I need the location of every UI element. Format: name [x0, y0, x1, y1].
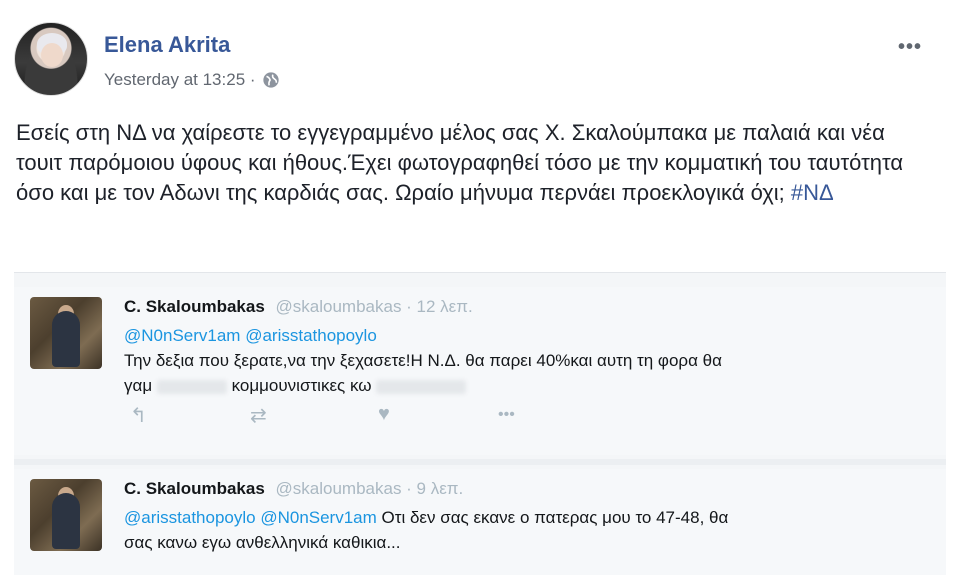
reply-icon[interactable]: ↰	[130, 403, 147, 428]
post-timestamp[interactable]: Yesterday at 13:25 ·	[104, 70, 256, 90]
avatar-face	[41, 43, 63, 67]
tweet-header: C. Skaloumbakas @skaloumbakas · 12 λεπ.	[124, 297, 473, 317]
facebook-post: Elena Akrita Yesterday at 13:25 · ••• Εσ…	[0, 0, 960, 575]
tweet-divider	[14, 459, 946, 465]
tweet-line-1: Την δεξια που ξερατε,να την ξεχασετε!Η Ν…	[124, 351, 722, 370]
tweet-text: @N0nServ1am @arisstathopoylo Την δεξια π…	[124, 323, 924, 398]
post-options-button[interactable]: •••	[898, 36, 922, 59]
tweet-mentions[interactable]: @N0nServ1am @arisstathopoylo	[124, 323, 924, 348]
post-body: Εσείς στη ΝΔ να χαίρεστε το εγγεγραμμένο…	[16, 120, 904, 205]
tweet-line-1-text: Οτι δεν σας εκανε ο πατερας μου το 47-48…	[381, 508, 729, 527]
tweet-author-name[interactable]: C. Skaloumbakas	[124, 479, 265, 498]
tweet-avatar[interactable]	[30, 479, 102, 551]
tweet-line-2-start: γαμ	[124, 376, 153, 395]
heart-icon[interactable]: ♥	[378, 403, 390, 426]
embedded-screenshot: C. Skaloumbakas @skaloumbakas · 12 λεπ. …	[14, 272, 946, 575]
hashtag-link[interactable]: #ΝΔ	[791, 180, 834, 205]
globe-icon	[262, 72, 279, 88]
tweet-line-1: @arisstathopoylo @N0nServ1am Οτι δεν σας…	[124, 505, 924, 530]
tweet-line-2-mid: κομμουνιστικες κω	[231, 376, 372, 395]
tweet-card: C. Skaloumbakas @skaloumbakas · 12 λεπ. …	[14, 287, 946, 455]
redaction-blur	[376, 379, 467, 394]
post-meta: Yesterday at 13:25 ·	[104, 70, 280, 90]
tweet-handle: @skaloumbakas · 9 λεπ.	[275, 479, 464, 498]
tweet-handle: @skaloumbakas · 12 λεπ.	[275, 297, 473, 316]
tweet-mentions[interactable]: @arisstathopoylo @N0nServ1am	[124, 508, 377, 527]
avatar-figure	[52, 493, 80, 549]
tweet-header: C. Skaloumbakas @skaloumbakas · 9 λεπ.	[124, 479, 463, 499]
author-name[interactable]: Elena Akrita	[104, 32, 230, 58]
tweet-card: C. Skaloumbakas @skaloumbakas · 9 λεπ. @…	[14, 469, 946, 575]
more-icon[interactable]: •••	[498, 406, 515, 424]
tweet-avatar[interactable]	[30, 297, 102, 369]
avatar-figure	[52, 311, 80, 367]
tweet-text: @arisstathopoylo @N0nServ1am Οτι δεν σας…	[124, 505, 924, 555]
tweet-line-2: γαμ κομμουνιστικες κω	[124, 373, 924, 398]
tweet-line-2: σας κανω εγω ανθελληνικά καθικια...	[124, 533, 401, 552]
post-text: Εσείς στη ΝΔ να χαίρεστε το εγγεγραμμένο…	[16, 118, 926, 208]
redaction-blur	[156, 379, 227, 394]
retweet-icon[interactable]: ⇄	[250, 403, 267, 428]
tweet-author-name[interactable]: C. Skaloumbakas	[124, 297, 265, 316]
tweet-actions: ↰ ⇄ ♥ •••	[124, 403, 544, 429]
author-avatar[interactable]	[14, 22, 88, 96]
